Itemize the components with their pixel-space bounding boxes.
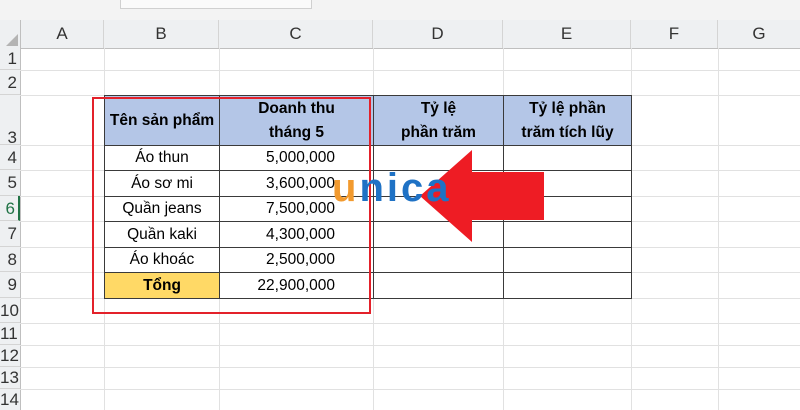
- column-header-c[interactable]: C: [219, 20, 373, 48]
- gridline: [20, 323, 800, 324]
- cumulative-cell[interactable]: [503, 272, 632, 299]
- row-header-4[interactable]: 4: [0, 145, 20, 170]
- select-all-corner[interactable]: [0, 20, 21, 48]
- logo-letter-u: u: [332, 166, 360, 210]
- row-header-12[interactable]: 12: [0, 345, 20, 367]
- gridline: [20, 70, 800, 71]
- gridline: [20, 345, 800, 346]
- row-header-7[interactable]: 7: [0, 221, 20, 247]
- logo-letters: nica: [359, 166, 452, 210]
- ribbon-strip: [0, 0, 800, 20]
- row-header-6[interactable]: 6: [0, 196, 20, 221]
- column-header-e[interactable]: E: [503, 20, 631, 48]
- row-header-3[interactable]: 3: [0, 95, 20, 145]
- row-header-11[interactable]: 11: [0, 323, 20, 345]
- row-header-8[interactable]: 8: [0, 247, 20, 272]
- column-headers: A B C D E F G: [0, 20, 800, 49]
- row-header-9[interactable]: 9: [0, 272, 20, 298]
- header-cumulative[interactable]: Tỷ lệ phần trăm tích lũy: [503, 95, 632, 146]
- gridline: [20, 389, 800, 390]
- row-header-1[interactable]: 1: [0, 48, 20, 70]
- column-header-d[interactable]: D: [373, 20, 503, 48]
- row-header-5[interactable]: 5: [0, 170, 20, 196]
- header-percent[interactable]: Tỷ lệ phần trăm: [373, 95, 504, 146]
- gridline: [718, 48, 719, 410]
- select-all-icon: [6, 34, 18, 46]
- column-header-b[interactable]: B: [104, 20, 219, 48]
- column-header-g[interactable]: G: [718, 20, 800, 48]
- row-header-14[interactable]: 14: [0, 389, 20, 410]
- highlight-box: [92, 97, 371, 314]
- row-headers: 1 2 3 4 5 6 7 8 9 10 11 12 13 14: [0, 48, 21, 410]
- percent-cell[interactable]: [373, 247, 504, 273]
- ribbon-tab-fragment: [120, 0, 312, 9]
- gridline: [20, 367, 800, 368]
- percent-cell[interactable]: [373, 272, 504, 299]
- cumulative-cell[interactable]: [503, 247, 632, 273]
- column-header-f[interactable]: F: [631, 20, 718, 48]
- unica-logo-icon: unica: [332, 168, 451, 208]
- column-header-a[interactable]: A: [21, 20, 104, 48]
- row-header-13[interactable]: 13: [0, 367, 20, 389]
- row-header-10[interactable]: 10: [0, 298, 20, 323]
- row-header-2[interactable]: 2: [0, 70, 20, 95]
